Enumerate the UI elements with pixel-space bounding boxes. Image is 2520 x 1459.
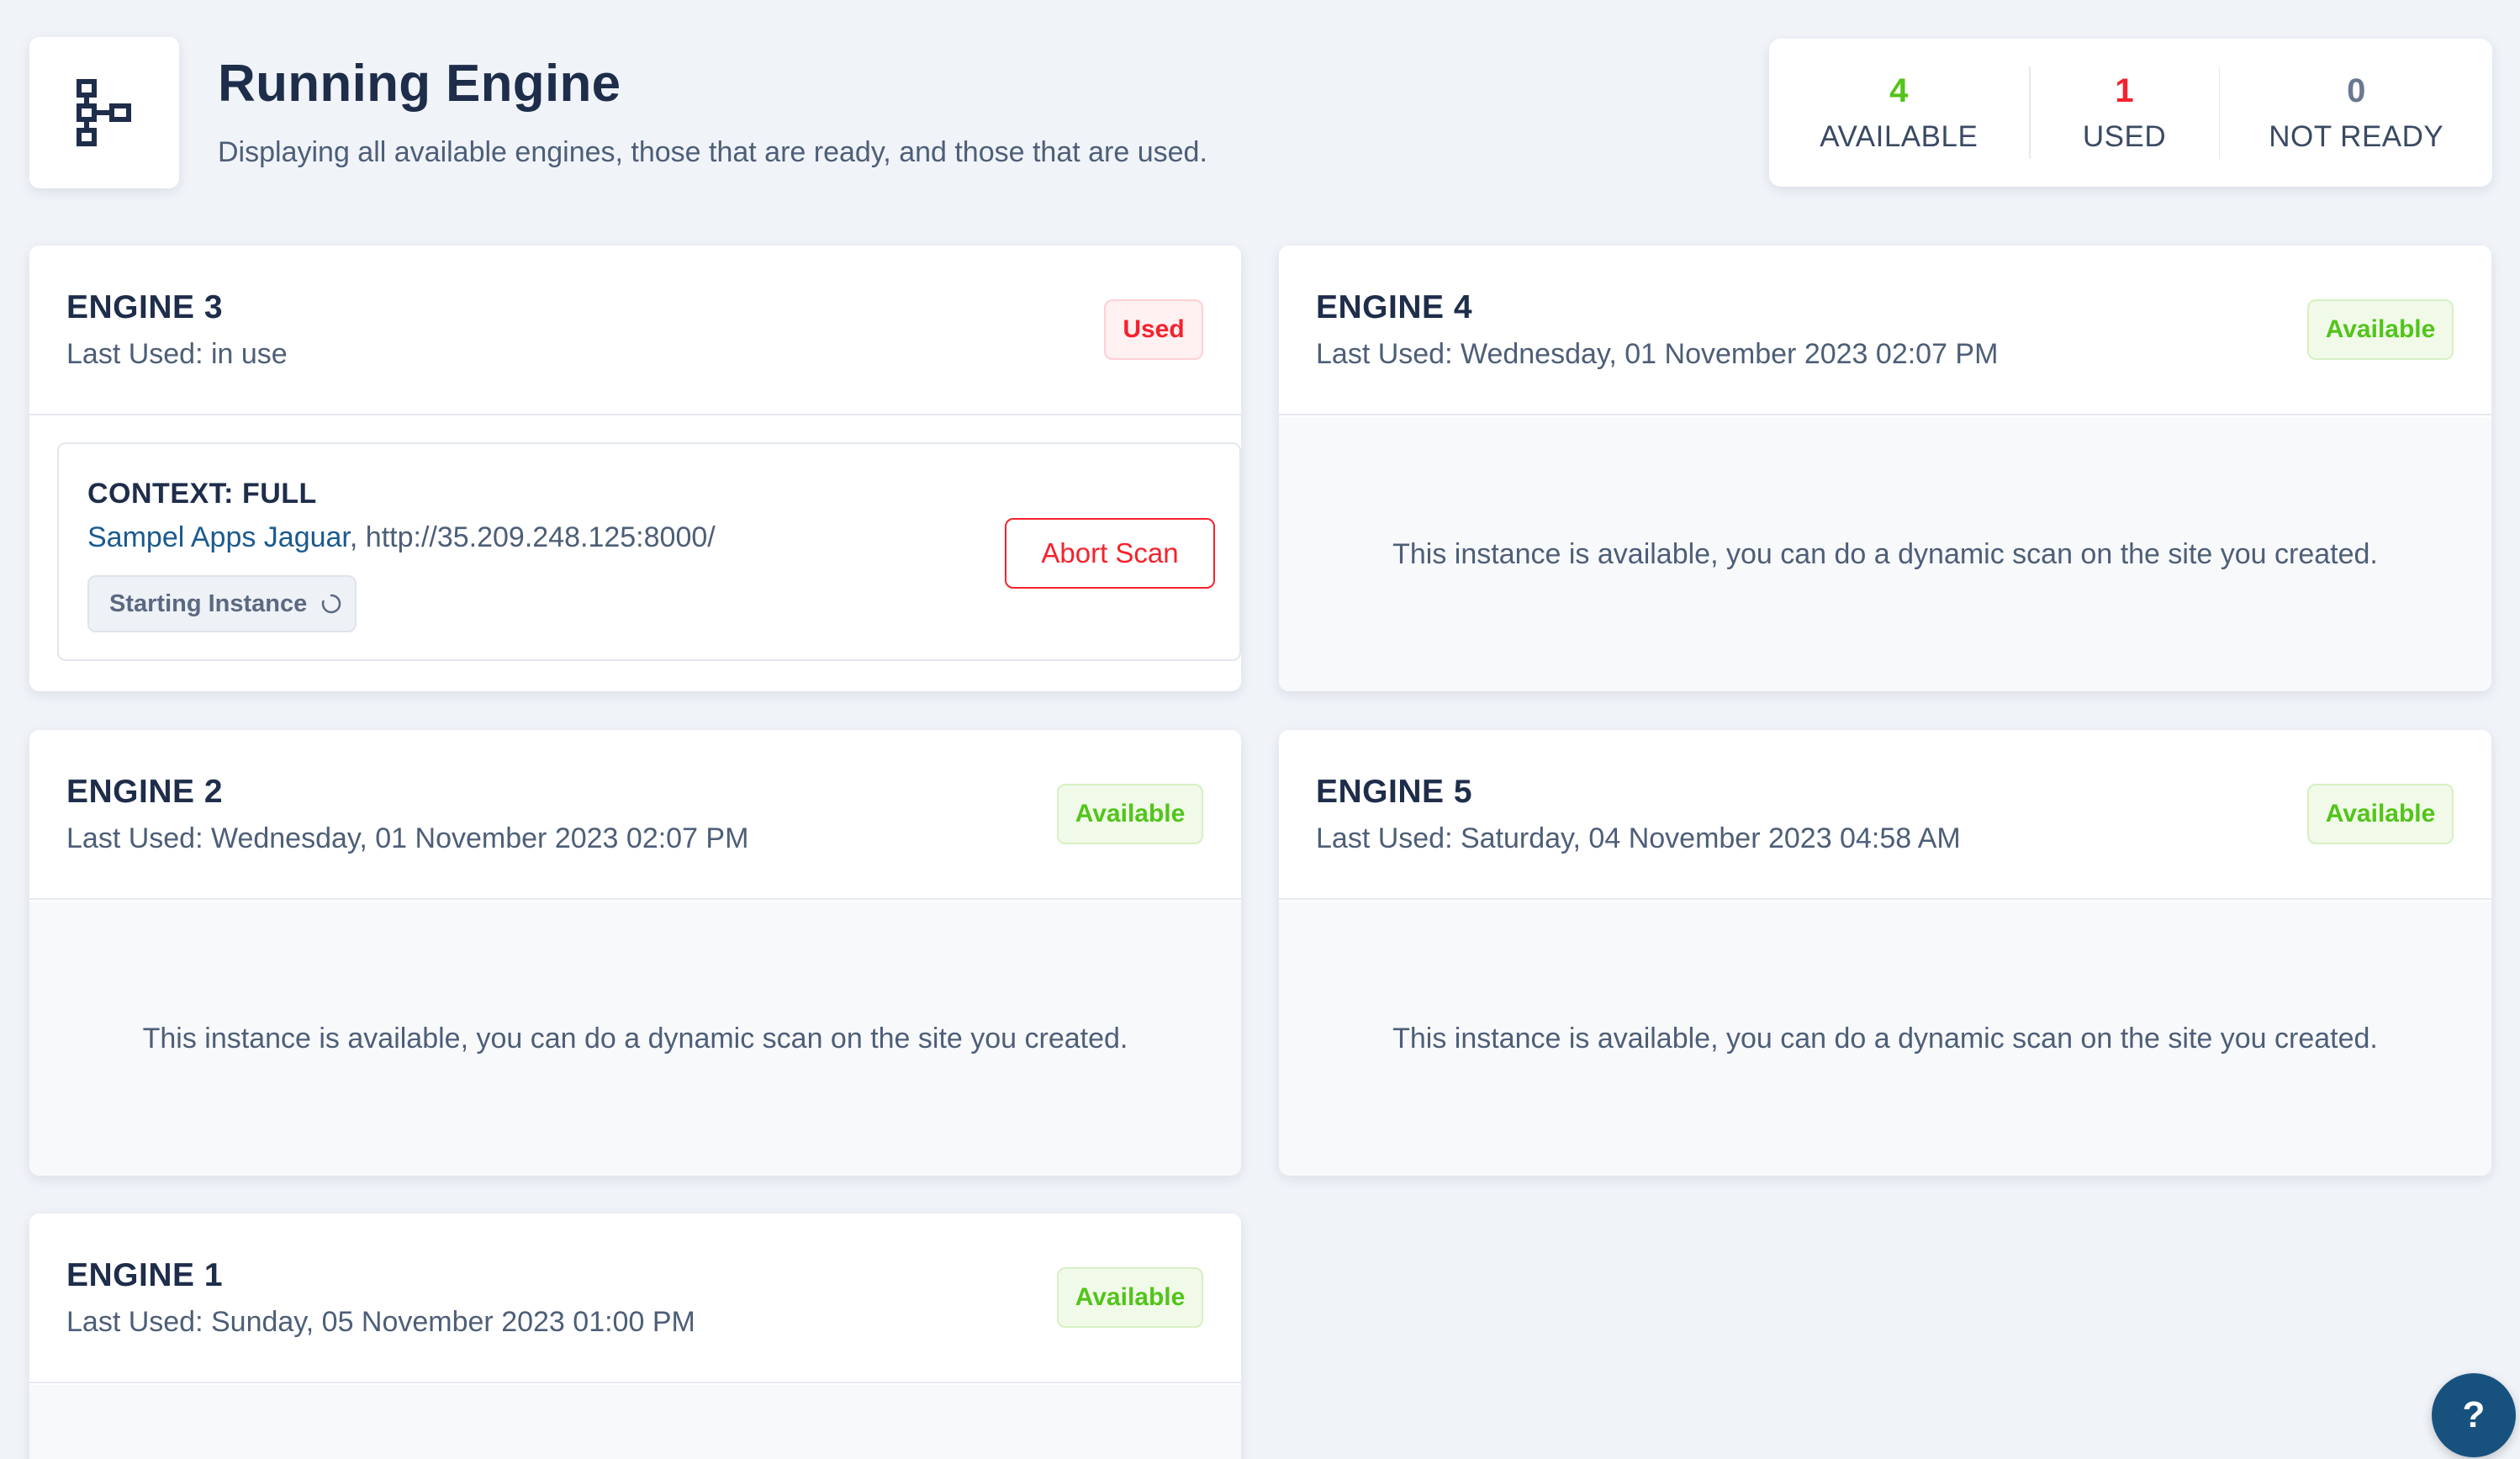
engine-stats-panel: 4 AVAILABLE 1 USED 0 NOT READY bbox=[1769, 39, 2492, 187]
engine-title: ENGINE 5 bbox=[1316, 774, 1473, 810]
engine-title: ENGINE 1 bbox=[66, 1257, 224, 1293]
stat-used: 1 USED bbox=[2031, 66, 2219, 159]
availability-message: This instance is available, you can do a… bbox=[1392, 537, 2378, 570]
status-badge: Used bbox=[1104, 299, 1203, 360]
sitemap-icon bbox=[77, 79, 131, 146]
engine-card-header: ENGINE 4 Last Used: Wednesday, 01 Novemb… bbox=[1279, 246, 2491, 415]
engine-last-used: Last Used: Wednesday, 01 November 2023 0… bbox=[66, 822, 749, 854]
stat-used-label: USED bbox=[2082, 119, 2167, 153]
target-url: , http://35.209.248.125:8000/ bbox=[349, 521, 716, 553]
engine-title: ENGINE 3 bbox=[66, 289, 224, 325]
engine-last-used: Last Used: Saturday, 04 November 2023 04… bbox=[1316, 822, 1961, 854]
instance-status-pill: Starting Instance bbox=[87, 575, 357, 632]
availability-message: This instance is available, you can do a… bbox=[142, 1022, 1128, 1055]
page-title: Running Engine bbox=[218, 55, 621, 113]
status-badge: Available bbox=[2307, 784, 2454, 844]
status-badge: Available bbox=[2307, 299, 2454, 360]
stat-available-label: AVAILABLE bbox=[1820, 119, 1978, 153]
engine-card-body bbox=[29, 1385, 1241, 1459]
engine-card-body: This instance is available, you can do a… bbox=[1279, 901, 2491, 1176]
engine-card-2: ENGINE 2 Last Used: Wednesday, 01 Novemb… bbox=[29, 730, 1241, 1176]
engine-card-body: This instance is available, you can do a… bbox=[29, 901, 1241, 1176]
engine-card-header: ENGINE 2 Last Used: Wednesday, 01 Novemb… bbox=[29, 730, 1241, 900]
engine-card-body: This instance is available, you can do a… bbox=[1279, 417, 2491, 691]
stat-available: 4 AVAILABLE bbox=[1769, 66, 2029, 159]
help-button[interactable]: ? bbox=[2432, 1373, 2516, 1457]
logo-box bbox=[29, 37, 179, 188]
engine-card-1: ENGINE 1 Last Used: Sunday, 05 November … bbox=[29, 1213, 1241, 1459]
engine-last-used: Last Used: Wednesday, 01 November 2023 0… bbox=[1316, 338, 1999, 370]
engine-card-3: ENGINE 3 Last Used: in use Used CONTEXT:… bbox=[29, 246, 1241, 691]
engine-title: ENGINE 4 bbox=[1316, 289, 1473, 325]
availability-message: This instance is available, you can do a… bbox=[1392, 1022, 2378, 1055]
scan-context-box: CONTEXT: FULL Sampel Apps Jaguar, http:/… bbox=[57, 442, 1241, 661]
engine-card-header: ENGINE 5 Last Used: Saturday, 04 Novembe… bbox=[1279, 730, 2491, 900]
stat-not-ready: 0 NOT READY bbox=[2220, 66, 2492, 159]
stat-not-ready-count: 0 bbox=[2347, 71, 2366, 109]
app-link[interactable]: Sampel Apps Jaguar bbox=[87, 521, 350, 553]
engine-last-used: Last Used: Sunday, 05 November 2023 01:0… bbox=[66, 1306, 695, 1338]
instance-status-label: Starting Instance bbox=[109, 589, 308, 617]
stat-not-ready-label: NOT READY bbox=[2269, 119, 2444, 153]
engine-card-header: ENGINE 1 Last Used: Sunday, 05 November … bbox=[29, 1213, 1241, 1383]
engine-card-4: ENGINE 4 Last Used: Wednesday, 01 Novemb… bbox=[1279, 246, 2491, 691]
engine-card-5: ENGINE 5 Last Used: Saturday, 04 Novembe… bbox=[1279, 730, 2491, 1176]
page-subtitle: Displaying all available engines, those … bbox=[218, 136, 1207, 168]
page-header: Running Engine Displaying all available … bbox=[0, 0, 2520, 219]
context-target: Sampel Apps Jaguar, http://35.209.248.12… bbox=[87, 521, 716, 554]
abort-scan-button[interactable]: Abort Scan bbox=[1005, 518, 1215, 589]
status-badge: Available bbox=[1057, 1267, 1203, 1328]
status-badge: Available bbox=[1057, 784, 1203, 844]
stat-available-count: 4 bbox=[1889, 71, 1909, 109]
stat-used-count: 1 bbox=[2115, 71, 2134, 109]
engine-title: ENGINE 2 bbox=[66, 774, 224, 810]
engine-card-header: ENGINE 3 Last Used: in use Used bbox=[29, 246, 1241, 415]
spinner-icon bbox=[322, 594, 341, 614]
context-title: CONTEXT: FULL bbox=[87, 478, 317, 510]
engine-last-used: Last Used: in use bbox=[66, 338, 288, 370]
